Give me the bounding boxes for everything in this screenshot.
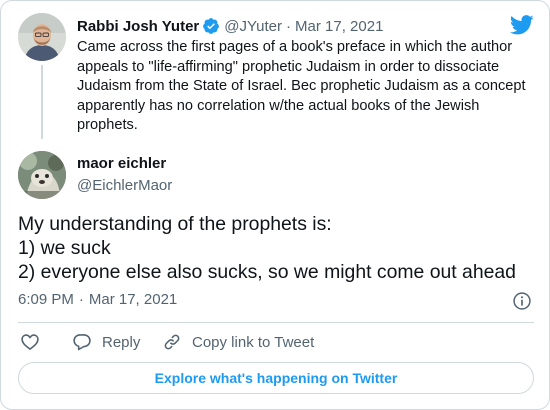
tweet-text-line: 1) we suck xyxy=(18,237,111,259)
reply-label: Reply xyxy=(102,333,141,351)
divider xyxy=(18,322,534,323)
copy-link-button[interactable]: Copy link to Tweet xyxy=(162,330,314,354)
speech-bubble-icon xyxy=(73,334,91,351)
main-author-name[interactable]: maor eichler xyxy=(77,155,166,172)
verified-badge-icon xyxy=(203,18,220,34)
thread-connector-line xyxy=(41,65,43,139)
tweet-date[interactable]: Mar 17, 2021 xyxy=(89,291,177,308)
tweet-time[interactable]: 6:09 PM xyxy=(18,291,74,308)
main-tweet-text: My understanding of the prophets is: 1) … xyxy=(18,212,543,284)
parent-author-name[interactable]: Rabbi Josh Yuter xyxy=(77,18,199,35)
parent-tweet-text: Came across the first pages of a book's … xyxy=(77,39,526,133)
tweet-text-line: My understanding of the prophets is: xyxy=(18,213,332,235)
avatar-photo xyxy=(18,151,66,199)
explore-twitter-button[interactable]: Explore what's happening on Twitter xyxy=(18,362,534,394)
parent-author-handle[interactable]: @JYuter xyxy=(224,18,282,35)
copy-link-label: Copy link to Tweet xyxy=(192,333,315,351)
parent-tweet-header: Rabbi Josh Yuter @JYuter · Mar 17, 2021 xyxy=(77,15,383,37)
avatar-photo xyxy=(18,13,66,61)
reply-button[interactable]: Reply xyxy=(72,330,140,354)
tweet-timestamp[interactable]: 6:09 PM · Mar 17, 2021 xyxy=(18,291,177,308)
main-author-handle[interactable]: @EichlerMaor xyxy=(77,177,172,194)
separator-dot: · xyxy=(78,291,84,308)
info-icon[interactable] xyxy=(512,291,532,311)
link-icon xyxy=(164,334,180,350)
heart-icon xyxy=(21,334,39,350)
separator-dot: · xyxy=(286,17,292,35)
main-author-avatar[interactable] xyxy=(18,151,66,199)
twitter-bird-icon[interactable] xyxy=(510,15,534,35)
tweet-text-line: 2) everyone else also sucks, so we might… xyxy=(18,261,516,283)
embedded-tweet-card: Rabbi Josh Yuter @JYuter · Mar 17, 2021 … xyxy=(0,0,550,410)
like-button[interactable] xyxy=(20,330,40,354)
parent-author-avatar[interactable] xyxy=(18,13,66,61)
parent-tweet-date[interactable]: Mar 17, 2021 xyxy=(295,18,383,35)
